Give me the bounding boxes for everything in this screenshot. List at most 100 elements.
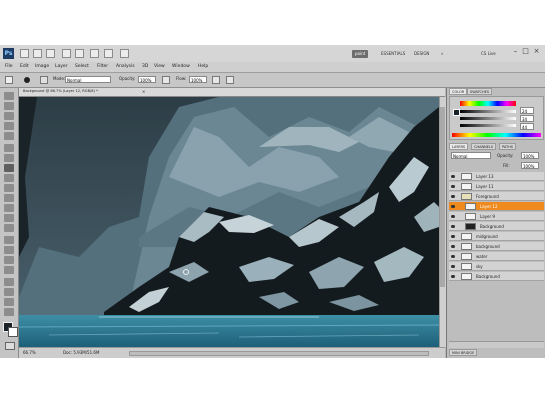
layer-row[interactable]: water xyxy=(449,252,544,261)
gradient-tool-icon[interactable] xyxy=(4,204,14,212)
pressure-size-icon[interactable] xyxy=(226,76,234,84)
menu-image[interactable]: Image xyxy=(35,64,49,69)
document-tab[interactable]: Background @ 66.7% (Layer 12, RGB/8) * × xyxy=(19,88,445,97)
vertical-scrollbar[interactable] xyxy=(439,97,446,347)
brush-preset-icon[interactable] xyxy=(5,76,13,84)
green-value-field[interactable]: 34 xyxy=(520,115,534,122)
visibility-eye-icon[interactable] xyxy=(451,185,455,188)
tab-layers[interactable]: LAYERS xyxy=(449,143,469,150)
layer-row[interactable]: Layer 13 xyxy=(449,172,544,181)
layer-row-selected[interactable]: Layer 12 xyxy=(449,202,544,211)
workspace-design-button[interactable]: DESIGN xyxy=(411,50,432,58)
visibility-eye-icon[interactable] xyxy=(451,255,455,258)
color-gradient-strip[interactable] xyxy=(452,133,541,137)
marquee-tool-icon[interactable] xyxy=(4,102,14,110)
visibility-eye-icon[interactable] xyxy=(451,235,455,238)
color-spectrum-bar[interactable] xyxy=(460,101,516,106)
red-value-field[interactable]: 24 xyxy=(520,107,534,114)
quick-mask-icon[interactable] xyxy=(5,342,15,350)
zoom-readout[interactable]: 66.7% xyxy=(23,351,36,355)
menu-view[interactable]: View xyxy=(154,64,165,69)
mode-select[interactable]: Normal xyxy=(65,76,111,83)
color-ramp-g[interactable] xyxy=(460,117,516,120)
layer-row[interactable]: Layer 11 xyxy=(449,182,544,191)
healing-brush-tool-icon[interactable] xyxy=(4,154,14,162)
clone-stamp-tool-icon[interactable] xyxy=(4,174,14,182)
crop-tool-icon[interactable] xyxy=(4,132,14,140)
type-tool-icon[interactable] xyxy=(4,246,14,254)
layer-blend-mode-select[interactable]: Normal xyxy=(451,152,491,159)
current-color-swatch[interactable] xyxy=(453,109,460,116)
tab-swatches[interactable]: SWATCHES xyxy=(467,88,493,95)
horizontal-scrollbar[interactable] xyxy=(129,351,429,356)
workspace-paint-button[interactable]: paint xyxy=(352,50,369,58)
maximize-button[interactable]: □ xyxy=(521,47,530,56)
visibility-eye-icon[interactable] xyxy=(451,215,455,218)
brush-panel-icon[interactable] xyxy=(40,76,48,84)
3d-rotate-tool-icon[interactable] xyxy=(4,278,14,286)
visibility-eye-icon[interactable] xyxy=(451,225,455,228)
path-select-tool-icon[interactable] xyxy=(4,256,14,264)
layer-fill-field[interactable]: 100% xyxy=(521,162,539,169)
zoom-tool-icon[interactable] xyxy=(75,49,84,58)
visibility-eye-icon[interactable] xyxy=(451,195,455,198)
layer-opacity-field[interactable]: 100% xyxy=(521,152,539,159)
screen-mode-icon[interactable] xyxy=(120,49,129,58)
menu-edit[interactable]: Edit xyxy=(20,64,29,69)
tab-paths[interactable]: PATHS xyxy=(499,143,517,150)
hand-tool-icon[interactable] xyxy=(62,49,71,58)
tab-channels[interactable]: CHANNELS xyxy=(471,143,497,150)
scrollbar-thumb[interactable] xyxy=(440,107,445,287)
color-ramp-r[interactable] xyxy=(460,110,516,113)
layer-group-row[interactable]: Foreground xyxy=(449,192,544,201)
menu-window[interactable]: Window xyxy=(172,64,190,69)
bridge-icon[interactable] xyxy=(20,49,29,58)
menu-file[interactable]: File xyxy=(5,64,13,69)
lasso-tool-icon[interactable] xyxy=(4,112,14,120)
layer-row[interactable]: Background xyxy=(449,222,544,231)
close-button[interactable]: × xyxy=(532,47,541,56)
color-ramp-b[interactable] xyxy=(460,124,516,127)
quick-select-tool-icon[interactable] xyxy=(4,122,14,130)
visibility-eye-icon[interactable] xyxy=(451,205,455,208)
visibility-eye-icon[interactable] xyxy=(451,175,455,178)
visibility-eye-icon[interactable] xyxy=(451,275,455,278)
visibility-eye-icon[interactable] xyxy=(451,245,455,248)
menu-3d[interactable]: 3D xyxy=(142,64,148,69)
brush-tool-icon[interactable] xyxy=(4,164,14,172)
zoom-tool-icon-2[interactable] xyxy=(4,308,14,316)
brush-size-icon[interactable] xyxy=(24,77,30,83)
mini-bridge-icon[interactable] xyxy=(33,49,42,58)
blur-tool-icon[interactable] xyxy=(4,214,14,222)
move-tool-icon[interactable] xyxy=(4,92,14,100)
layer-row[interactable]: Background xyxy=(449,272,544,281)
tab-mini-bridge[interactable]: MINI BRIDGE xyxy=(449,349,478,356)
layer-row[interactable]: Layer 9 xyxy=(449,212,544,221)
opacity-field[interactable]: 100% xyxy=(138,76,156,83)
airbrush-icon[interactable] xyxy=(212,76,220,84)
canvas-area[interactable] xyxy=(19,97,439,347)
3d-orbit-tool-icon[interactable] xyxy=(4,288,14,296)
workspace-essentials-button[interactable]: ESSENTIALS xyxy=(378,50,408,58)
workspace-more-button[interactable]: » xyxy=(438,50,446,58)
menu-layer[interactable]: Layer xyxy=(55,64,68,69)
zoom-level-icon[interactable] xyxy=(46,49,55,58)
menu-help[interactable]: Help xyxy=(198,64,208,69)
pen-tool-icon[interactable] xyxy=(4,236,14,244)
document-close-icon[interactable]: × xyxy=(142,90,145,94)
layer-row[interactable]: sky xyxy=(449,262,544,271)
background-color-swatch[interactable] xyxy=(8,327,18,337)
menu-filter[interactable]: Filter xyxy=(97,64,108,69)
blue-value-field[interactable]: 44 xyxy=(520,123,534,130)
layer-row[interactable]: midground xyxy=(449,232,544,241)
hand-tool-icon-2[interactable] xyxy=(4,298,14,306)
dodge-tool-icon[interactable] xyxy=(4,224,14,232)
visibility-eye-icon[interactable] xyxy=(451,265,455,268)
tab-color[interactable]: COLOR xyxy=(449,88,468,95)
pressure-opacity-icon[interactable] xyxy=(162,76,170,84)
menu-select[interactable]: Select xyxy=(75,64,89,69)
cs-live-button[interactable]: CS Live xyxy=(478,50,499,58)
layer-row[interactable]: background xyxy=(449,242,544,251)
menu-analysis[interactable]: Analysis xyxy=(116,64,135,69)
minimize-button[interactable]: – xyxy=(511,47,520,56)
